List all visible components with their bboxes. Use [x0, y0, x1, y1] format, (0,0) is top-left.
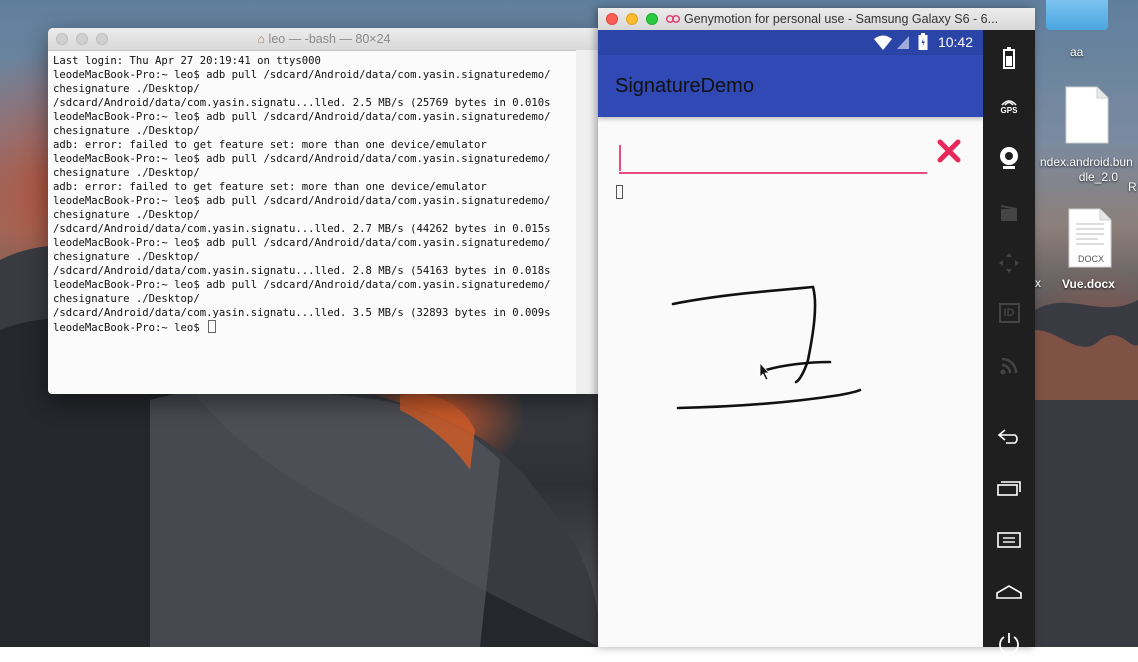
mouse-pointer-icon — [759, 361, 770, 381]
gps-icon[interactable]: GPS — [983, 88, 1035, 124]
terminal-title: ⌂ leo — -bash — 80×24 — [48, 32, 600, 46]
document-icon[interactable] — [1065, 86, 1109, 144]
home-icon[interactable] — [983, 574, 1035, 610]
terminal-title-bar[interactable]: ⌂ leo — -bash — 80×24 — [48, 28, 600, 51]
terminal-line: leodeMacBook-Pro:~ leo$ adb pull /sdcard… — [53, 195, 551, 207]
clear-icon[interactable] — [936, 138, 962, 164]
desktop-label-vue[interactable]: Vue.docx — [1062, 277, 1115, 291]
desktop-label-bundle-line1: ndex.android.bun — [1040, 155, 1133, 169]
terminal-line: adb: error: failed to get feature set: m… — [53, 139, 487, 151]
terminal-line: chesignature ./Desktop/ — [53, 125, 200, 137]
genymotion-window[interactable]: Genymotion for personal use - Samsung Ga… — [598, 8, 1035, 655]
genymotion-title-bar[interactable]: Genymotion for personal use - Samsung Ga… — [598, 8, 1035, 31]
genymotion-sidebar: GPS ID — [983, 30, 1035, 655]
recent-apps-icon[interactable] — [983, 470, 1035, 506]
network-icon[interactable] — [983, 348, 1035, 384]
webcam-icon[interactable] — [983, 140, 1035, 176]
dpad-icon[interactable] — [983, 245, 1035, 281]
terminal-output[interactable]: Last login: Thu Apr 27 20:19:41 on ttys0… — [48, 51, 600, 334]
terminal-line: Last login: Thu Apr 27 20:19:41 on ttys0… — [53, 55, 321, 67]
desktop-label-bundle[interactable]: ndex.android.bun dle_2.0 — [1040, 155, 1133, 185]
status-bar: 10:42 — [598, 30, 983, 55]
terminal-line: leodeMacBook-Pro:~ leo$ adb pull /sdcard… — [53, 153, 551, 165]
id-label: ID — [998, 303, 1020, 323]
battery-status-icon — [918, 33, 928, 50]
back-icon[interactable] — [983, 418, 1035, 454]
genymotion-logo-icon — [666, 14, 680, 24]
signature-name-input[interactable] — [619, 145, 927, 174]
terminal-line: /sdcard/Android/data/com.yasin.signatu..… — [53, 265, 551, 277]
terminal-line: /sdcard/Android/data/com.yasin.signatu..… — [53, 97, 551, 109]
zoom-button[interactable] — [646, 13, 658, 25]
minimize-button[interactable] — [626, 13, 638, 25]
app-toolbar: SignatureDemo — [598, 55, 983, 117]
terminal-line: chesignature ./Desktop/ — [53, 293, 200, 305]
desktop-label-x[interactable]: x — [1035, 276, 1041, 290]
terminal-line: chesignature ./Desktop/ — [53, 209, 200, 221]
home-icon: ⌂ — [257, 32, 266, 46]
terminal-line: /sdcard/Android/data/com.yasin.signatu..… — [53, 307, 551, 319]
docx-file-icon[interactable]: DOCX — [1068, 208, 1112, 268]
android-screen[interactable]: 10:42 SignatureDemo — [598, 30, 983, 647]
text-caret — [619, 145, 621, 171]
gps-label: GPS — [1000, 106, 1018, 115]
terminal-line: leodeMacBook-Pro:~ leo$ — [53, 320, 600, 334]
terminal-line: /sdcard/Android/data/com.yasin.signatu..… — [53, 223, 551, 235]
terminal-line: leodeMacBook-Pro:~ leo$ adb pull /sdcard… — [53, 237, 551, 249]
terminal-line: leodeMacBook-Pro:~ leo$ adb pull /sdcard… — [53, 111, 551, 123]
menu-icon[interactable] — [983, 522, 1035, 558]
genymotion-title: Genymotion for personal use - Samsung Ga… — [684, 12, 999, 26]
terminal-scrollbar[interactable] — [576, 50, 600, 394]
battery-icon[interactable] — [983, 40, 1035, 76]
desktop-label-bundle-line2: dle_2.0 — [1078, 170, 1119, 184]
terminal-line: leodeMacBook-Pro:~ leo$ adb pull /sdcard… — [53, 279, 551, 291]
desktop-label-r[interactable]: R — [1128, 180, 1137, 194]
terminal-line: leodeMacBook-Pro:~ leo$ adb pull /sdcard… — [53, 69, 551, 81]
app-title: SignatureDemo — [615, 75, 754, 97]
identifiers-icon[interactable]: ID — [983, 295, 1035, 331]
preview-image — [616, 185, 623, 199]
signal-icon — [897, 36, 909, 49]
terminal-cursor — [208, 320, 217, 333]
status-time: 10:42 — [937, 34, 973, 50]
terminal-title-label: leo — -bash — 80×24 — [268, 32, 391, 46]
media-icon[interactable] — [983, 195, 1035, 231]
desktop-label-aa[interactable]: aa — [1070, 45, 1083, 59]
terminal-line: chesignature ./Desktop/ — [53, 251, 200, 263]
wifi-icon — [874, 35, 892, 50]
close-button[interactable] — [606, 13, 618, 25]
terminal-window[interactable]: ⌂ leo — -bash — 80×24 Last login: Thu Ap… — [48, 28, 600, 394]
folder-icon[interactable] — [1046, 0, 1108, 30]
docx-badge: DOCX — [1078, 254, 1105, 264]
power-icon[interactable] — [983, 626, 1035, 662]
signature-canvas[interactable] — [618, 225, 958, 635]
terminal-line: chesignature ./Desktop/ — [53, 83, 200, 95]
terminal-line: adb: error: failed to get feature set: m… — [53, 181, 487, 193]
terminal-line: chesignature ./Desktop/ — [53, 167, 200, 179]
